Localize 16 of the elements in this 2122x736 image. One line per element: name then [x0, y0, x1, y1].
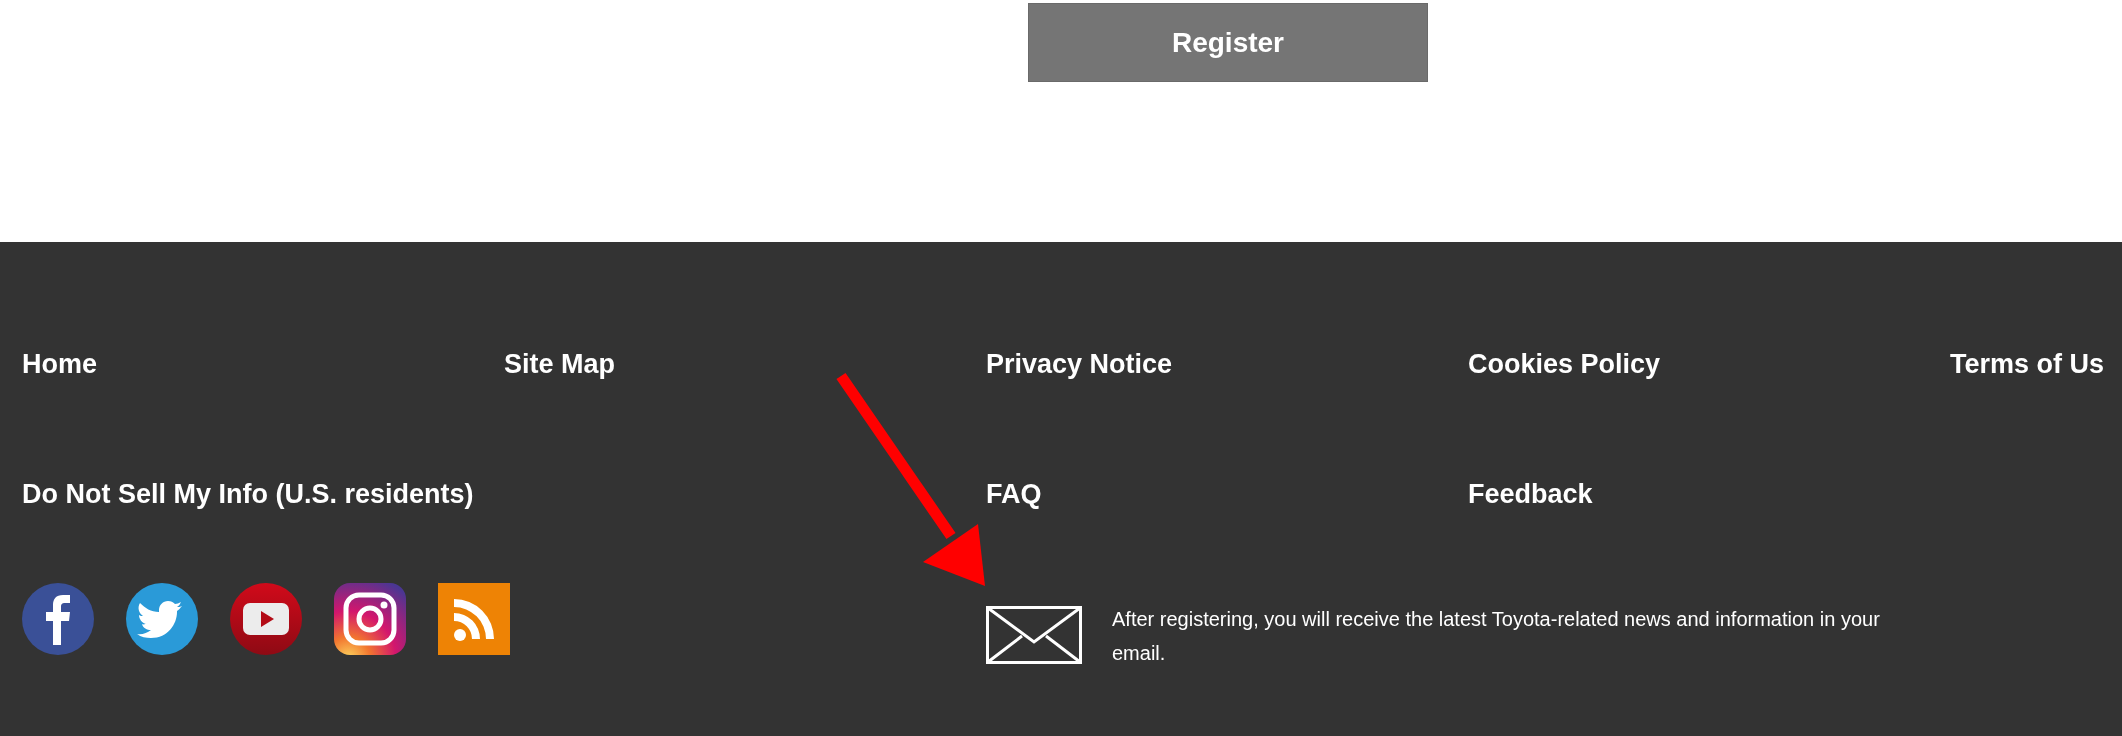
facebook-icon[interactable] [22, 583, 94, 655]
footer-link[interactable]: Do Not Sell My Info (U.S. residents) [22, 479, 474, 510]
footer-link[interactable]: Cookies Policy [1468, 349, 1661, 380]
footer-link[interactable]: Home [22, 349, 97, 380]
footer-link[interactable]: Site Map [504, 349, 616, 380]
footer-link[interactable]: FAQ [986, 479, 1042, 510]
register-button[interactable]: Register [1028, 3, 1428, 82]
envelope-icon [986, 606, 1082, 664]
footer-link[interactable]: Feedback [1468, 479, 1593, 510]
footer-link[interactable]: Terms of Us [1950, 349, 2105, 380]
camera-icon[interactable] [334, 583, 406, 655]
twitter-icon[interactable] [126, 583, 198, 655]
video-play-icon[interactable] [230, 583, 302, 655]
newsletter-text: After registering, you will receive the latest Toyota-related news and information in your email. [1112, 607, 1881, 666]
footer-link[interactable]: Privacy Notice [986, 349, 1173, 380]
rss-icon[interactable] [438, 583, 510, 655]
